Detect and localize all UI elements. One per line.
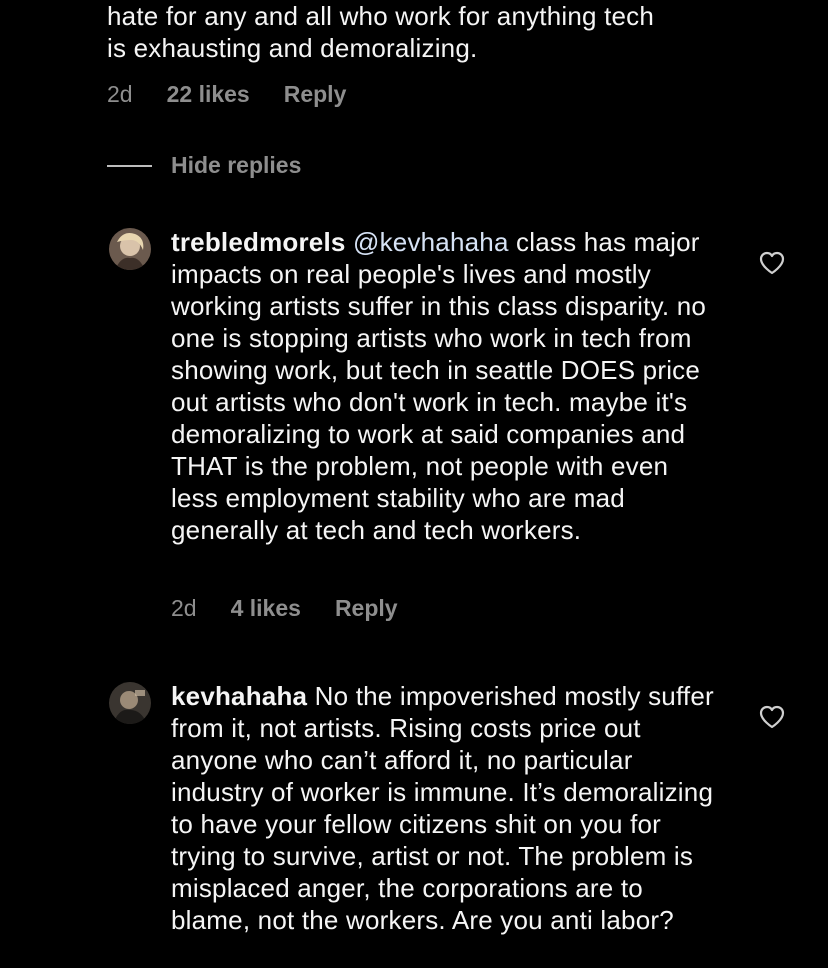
avatar[interactable] [109, 682, 151, 724]
like-count-button[interactable]: 4 likes [231, 595, 301, 622]
reply-body: No the impoverished mostly suffer from i… [171, 681, 714, 935]
reply-text: kevhahaha No the impoverished mostly suf… [171, 680, 716, 936]
top-comment-line-2: is exhausting and demoralizing. [107, 33, 478, 63]
reply-meta: 2d 4 likes Reply [171, 595, 398, 622]
heart-outline-icon[interactable] [759, 251, 785, 275]
reply-text: trebledmorels @kevhahaha class has major… [171, 226, 716, 546]
hide-replies-label: Hide replies [171, 152, 302, 178]
hide-replies-toggle[interactable]: Hide replies [107, 152, 301, 179]
reply-button[interactable]: Reply [284, 81, 347, 108]
top-comment-line-1: hate for any and all who work for anythi… [107, 1, 655, 31]
username-link[interactable]: trebledmorels [171, 227, 346, 257]
like-count-button[interactable]: 22 likes [167, 81, 250, 108]
mention-link[interactable]: @kevhahaha [353, 227, 509, 257]
top-comment-meta: 2d 22 likes Reply [107, 81, 346, 108]
comment-timestamp: 2d [107, 81, 133, 107]
top-comment-text: hate for any and all who work for anythi… [107, 0, 767, 64]
username-link[interactable]: kevhahaha [171, 681, 307, 711]
comment-timestamp: 2d [171, 595, 197, 621]
reply-body: class has major impacts on real people's… [171, 227, 707, 545]
reply-button[interactable]: Reply [335, 595, 398, 622]
avatar[interactable] [109, 228, 151, 270]
heart-outline-icon[interactable] [759, 705, 785, 729]
divider-line [107, 164, 152, 167]
